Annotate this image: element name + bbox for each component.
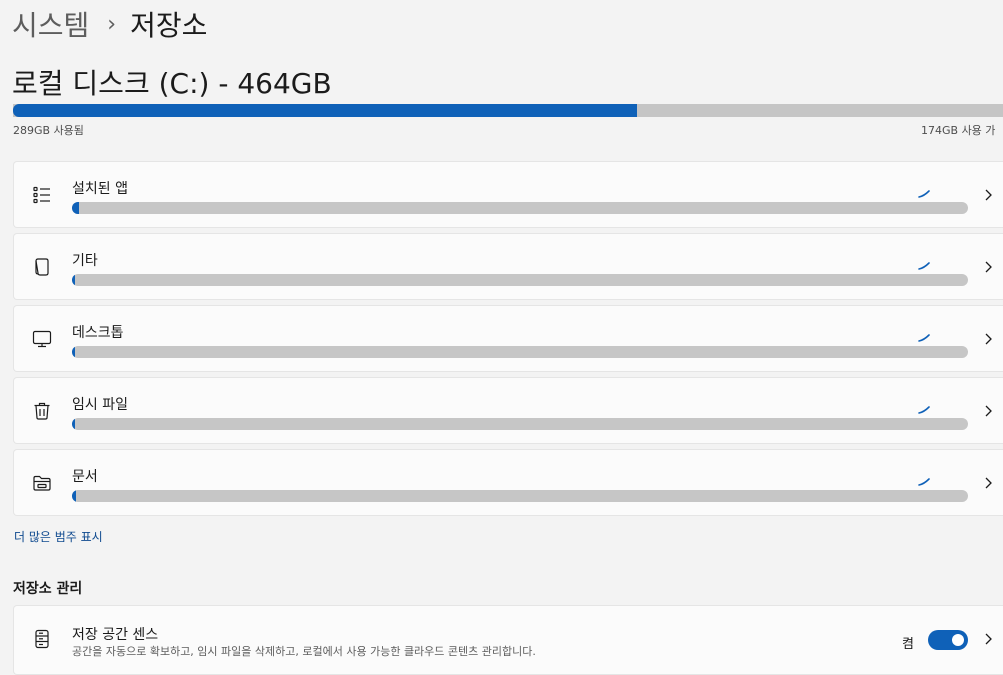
chevron-right-icon	[985, 261, 992, 273]
storage-drive-icon	[35, 629, 49, 649]
category-label: 임시 파일	[72, 397, 128, 413]
category-usage-fill	[72, 490, 77, 502]
disk-usage-fill	[13, 104, 637, 117]
category-usage-fill	[72, 274, 75, 286]
storage-sense-title: 저장 공간 센스	[72, 627, 159, 643]
category-card-desktop[interactable]: 데스크톱	[13, 305, 1003, 372]
available-space-label: 174GB 사용 가	[921, 124, 996, 137]
show-more-categories-link[interactable]: 더 많은 범주 표시	[14, 528, 103, 545]
loading-spinner-icon	[918, 478, 930, 486]
category-label: 설치된 앱	[72, 181, 128, 197]
storage-sense-card[interactable]: 저장 공간 센스 공간을 자동으로 확보하고, 임시 파일을 삭제하고, 로컬에…	[13, 605, 1003, 675]
list-icon	[33, 186, 50, 204]
category-usage-bar	[72, 274, 968, 286]
category-usage-fill	[72, 202, 80, 214]
category-usage-bar	[72, 202, 968, 214]
category-label: 기타	[72, 253, 98, 269]
category-usage-bar	[72, 490, 968, 502]
category-usage-fill	[72, 418, 75, 430]
loading-spinner-icon	[918, 262, 930, 270]
folder-icon	[33, 475, 51, 491]
category-card-other[interactable]: 기타	[13, 233, 1003, 300]
category-usage-bar	[72, 346, 968, 358]
chevron-right-icon	[985, 189, 992, 201]
category-usage-bar	[72, 418, 968, 430]
toggle-state-label: 켬	[902, 637, 914, 652]
category-label: 문서	[72, 469, 98, 485]
toggle-knob	[952, 634, 964, 646]
category-card-documents[interactable]: 문서	[13, 449, 1003, 516]
category-label: 데스크톱	[72, 325, 124, 341]
document-icon	[35, 258, 49, 276]
breadcrumb: 시스템 › 저장소	[12, 4, 207, 44]
breadcrumb-parent[interactable]: 시스템	[12, 4, 89, 44]
chevron-right-icon	[985, 405, 992, 417]
breadcrumb-separator: ›	[107, 11, 117, 37]
trash-icon	[34, 402, 50, 420]
disk-title: 로컬 디스크 (C:) - 464GB	[12, 67, 332, 100]
storage-sense-toggle[interactable]	[928, 630, 968, 650]
loading-spinner-icon	[918, 190, 930, 198]
category-card-temporary-files[interactable]: 임시 파일	[13, 377, 1003, 444]
category-card-installed-apps[interactable]: 설치된 앱	[13, 161, 1003, 228]
page-title: 저장소	[130, 9, 208, 42]
category-usage-fill	[72, 346, 75, 358]
chevron-right-icon	[985, 333, 992, 345]
disk-usage-bar	[13, 104, 1003, 117]
storage-sense-description: 공간을 자동으로 확보하고, 임시 파일을 삭제하고, 로컬에서 사용 가능한 …	[72, 645, 536, 658]
loading-spinner-icon	[918, 334, 930, 342]
monitor-icon	[32, 330, 52, 348]
chevron-right-icon	[985, 477, 992, 489]
used-space-label: 289GB 사용됨	[13, 124, 84, 137]
storage-management-heading: 저장소 관리	[13, 581, 83, 597]
loading-spinner-icon	[918, 406, 930, 414]
chevron-right-icon[interactable]	[983, 632, 993, 646]
